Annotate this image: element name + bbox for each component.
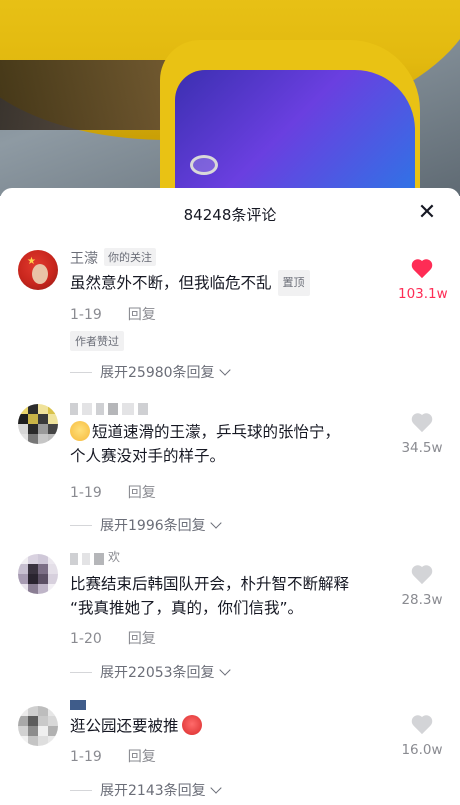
comment-body: 逛公园还要被推 (70, 717, 179, 735)
author-liked-badge: 作者赞过 (70, 331, 124, 351)
like-button[interactable]: 34.5w (398, 414, 446, 456)
expand-replies-label: 展开22053条回复 (100, 665, 215, 681)
avatar[interactable] (18, 404, 58, 444)
video-background[interactable] (0, 0, 460, 196)
divider (70, 671, 92, 673)
comment-text[interactable]: 逛公园还要被推 (70, 714, 400, 738)
chevron-down-icon (209, 517, 222, 529)
comment-text[interactable]: 短道速滑的王濛，乒乓球的张怡宁， 个人赛没对手的样子。 (70, 420, 400, 468)
expand-replies-label: 展开25980条回复 (100, 365, 215, 381)
like-count: 34.5w (401, 440, 443, 456)
comment-line-2: 个人赛没对手的样子。 (70, 447, 226, 465)
heart-icon (411, 260, 433, 280)
avatar[interactable] (18, 554, 58, 594)
like-button[interactable]: 103.1w (398, 260, 448, 302)
divider (70, 371, 92, 373)
smile-emoji-icon (70, 421, 90, 441)
comment-author[interactable]: 王濛 你的关注 (70, 248, 156, 268)
comment-meta: 1-19 回复 (70, 482, 156, 502)
comment-meta: 1-20 回复 (70, 628, 156, 648)
expand-replies-label: 展开1996条回复 (100, 518, 206, 534)
avatar-face (32, 264, 48, 284)
comment-meta: 1-19 回复 (70, 304, 156, 324)
comment-date: 1-19 (70, 749, 102, 765)
heart-icon (411, 566, 433, 586)
goggle-logo-icon (190, 155, 218, 175)
like-count: 103.1w (398, 286, 448, 302)
comment-date: 1-20 (70, 631, 102, 647)
comment-line-2: “我真推她了，真的，你们信我”。 (70, 599, 304, 617)
like-count: 28.3w (401, 592, 443, 608)
comment-body: 短道速滑的王濛，乒乓球的张怡宁， (92, 423, 341, 441)
author-name-suffix: 欢 (108, 549, 121, 564)
comment-body: 虽然意外不断，但我临危不乱 (70, 274, 272, 292)
reply-button[interactable]: 回复 (128, 307, 156, 323)
expand-replies-button[interactable]: 展开25980条回复 (70, 362, 231, 382)
expand-replies-button[interactable]: 展开22053条回复 (70, 662, 231, 682)
comment-text[interactable]: 虽然意外不断，但我临危不乱 置顶 (70, 270, 400, 296)
comment-line-1: 短道速滑的王濛，乒乓球的张怡宁， (70, 420, 400, 444)
avatar[interactable]: ★ (18, 250, 58, 290)
reply-button[interactable]: 回复 (128, 631, 156, 647)
heart-icon (411, 716, 433, 736)
divider (70, 789, 92, 791)
expand-replies-button[interactable]: 展开2143条回复 (70, 780, 222, 800)
comment-line-1: 比赛结束后韩国队开会，朴升智不断解释 (70, 575, 350, 593)
like-button[interactable]: 16.0w (398, 716, 446, 758)
comments-count-title: 84248条评论 (183, 206, 277, 224)
comment-author[interactable] (70, 402, 148, 416)
chevron-down-icon (218, 664, 231, 676)
like-button[interactable]: 28.3w (398, 566, 446, 608)
comment-author[interactable] (70, 698, 86, 712)
like-count: 16.0w (401, 742, 443, 758)
expand-replies-label: 展开2143条回复 (100, 783, 206, 799)
angry-emoji-icon (181, 715, 202, 735)
comment-meta: 1-19 回复 (70, 746, 156, 766)
comments-sheet: 84248条评论 ✕ ★ 王濛 你的关注 虽然意外不断，但我临危不乱 置顶 1-19… (0, 188, 460, 805)
comment-date: 1-19 (70, 485, 102, 501)
chevron-down-icon (209, 782, 222, 794)
comment-date: 1-19 (70, 307, 102, 323)
follow-badge: 你的关注 (104, 248, 156, 266)
heart-icon (411, 414, 433, 434)
comment-author[interactable]: 欢 (70, 550, 120, 566)
reply-button[interactable]: 回复 (128, 749, 156, 765)
reply-button[interactable]: 回复 (128, 485, 156, 501)
divider (70, 524, 92, 526)
author-name: 王濛 (70, 251, 98, 267)
goggle-lens (175, 70, 415, 196)
chevron-down-icon (218, 364, 231, 376)
comment-text[interactable]: 比赛结束后韩国队开会，朴升智不断解释 “我真推她了，真的，你们信我”。 (70, 572, 400, 620)
close-icon[interactable]: ✕ (414, 200, 440, 226)
expand-replies-button[interactable]: 展开1996条回复 (70, 515, 222, 535)
pinned-badge: 置顶 (277, 270, 310, 296)
avatar[interactable] (18, 706, 58, 746)
